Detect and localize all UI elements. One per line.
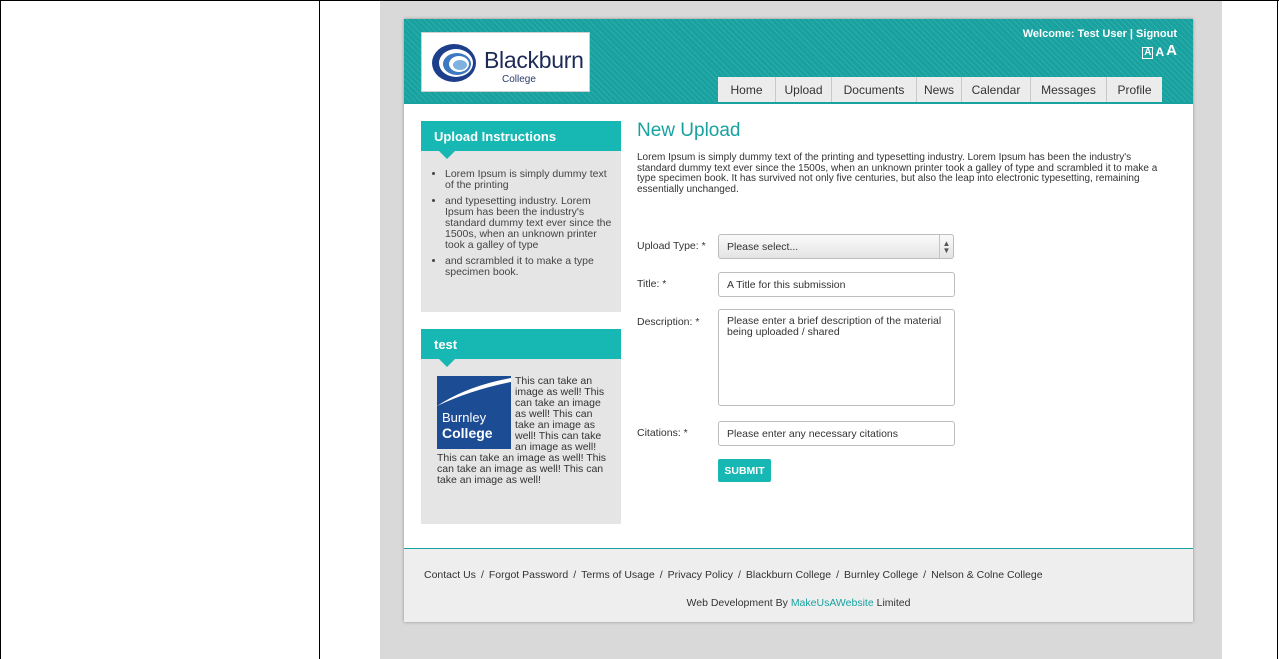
grid-rule-divider: [319, 0, 320, 659]
logo-text-burnley: Burnley: [442, 410, 487, 425]
logo-subtitle: College: [502, 74, 536, 85]
nav-calendar[interactable]: Calendar: [961, 77, 1030, 103]
credit-link[interactable]: MakeUsAWebsite: [791, 597, 874, 609]
nav-documents[interactable]: Documents: [831, 77, 916, 103]
title-input[interactable]: A Title for this submission: [718, 272, 955, 297]
footer-link-contact[interactable]: Contact Us: [424, 569, 476, 581]
footer-separator: /: [923, 569, 927, 581]
upload-type-select[interactable]: Please select... ▲ ▼: [718, 234, 954, 259]
footer-link-blackburn[interactable]: Blackburn College: [746, 569, 831, 581]
footer-separator: /: [836, 569, 840, 581]
test-panel: test This can take an image as well! Thi…: [421, 329, 621, 524]
footer-separator: /: [737, 569, 741, 581]
list-item: and typesetting industry. Lorem Ipsum ha…: [445, 196, 615, 251]
footer-separator: /: [573, 569, 577, 581]
main-nav: Home Upload Documents News Calendar Mess…: [718, 77, 1162, 103]
nav-upload[interactable]: Upload: [775, 77, 831, 103]
font-size-medium-button[interactable]: A: [1155, 45, 1164, 59]
footer-link-privacy[interactable]: Privacy Policy: [668, 569, 733, 581]
screen: Blackburn College Welcome: Test User | S…: [0, 0, 1279, 659]
citations-label: Citations: *: [637, 427, 688, 439]
submit-button[interactable]: SUBMIT: [718, 459, 771, 482]
panel-title: test: [421, 329, 621, 359]
grid-rule-left: [0, 0, 1, 659]
credit-prefix: Web Development By: [686, 597, 791, 609]
burnley-college-logo: Burnley College: [437, 376, 511, 449]
site-footer: Contact Us / Forgot Password / Terms of …: [404, 548, 1193, 622]
nav-profile[interactable]: Profile: [1106, 77, 1162, 103]
logo-text-college: College: [442, 425, 493, 441]
footer-links: Contact Us / Forgot Password / Terms of …: [424, 569, 1043, 581]
footer-link-terms[interactable]: Terms of Usage: [581, 569, 655, 581]
footer-link-burnley[interactable]: Burnley College: [844, 569, 918, 581]
description-label: Description: *: [637, 316, 700, 328]
font-size-large-button[interactable]: A: [1166, 42, 1177, 59]
swoosh-icon: [437, 378, 511, 406]
title-label: Title: *: [637, 278, 667, 290]
site-logo[interactable]: Blackburn College: [421, 32, 590, 92]
panel-title-pointer: [439, 359, 455, 367]
logo-name: Blackburn: [484, 47, 584, 73]
select-arrows-icon: ▲ ▼: [939, 235, 953, 258]
description-textarea[interactable]: Please enter a brief description of the …: [718, 309, 955, 406]
panel-title: Upload Instructions: [421, 121, 621, 151]
footer-credit: Web Development By MakeUsAWebsite Limite…: [404, 597, 1193, 609]
college-logo-icon: [432, 44, 476, 82]
footer-link-nelson-colne[interactable]: Nelson & Colne College: [931, 569, 1042, 581]
citations-input[interactable]: Please enter any necessary citations: [718, 421, 955, 446]
intro-text: Lorem Ipsum is simply dummy text of the …: [637, 152, 1158, 195]
footer-separator: /: [480, 569, 484, 581]
nav-home[interactable]: Home: [718, 77, 775, 103]
upload-type-label: Upload Type: *: [637, 240, 706, 252]
welcome-signout[interactable]: Welcome: Test User | Signout: [1023, 28, 1177, 40]
nav-news[interactable]: News: [916, 77, 961, 103]
website-page: Blackburn College Welcome: Test User | S…: [404, 19, 1193, 622]
header-divider: [404, 102, 1193, 104]
list-item: Lorem Ipsum is simply dummy text of the …: [445, 169, 615, 191]
site-header: Blackburn College Welcome: Test User | S…: [404, 19, 1193, 103]
list-item: and scrambled it to make a type specimen…: [445, 256, 615, 278]
footer-link-forgot-password[interactable]: Forgot Password: [489, 569, 568, 581]
grid-rule-right: [1277, 0, 1278, 659]
panel-title-pointer: [439, 151, 455, 159]
font-size-controls: A A A: [1142, 42, 1177, 59]
select-value: Please select...: [727, 240, 799, 253]
credit-suffix: Limited: [873, 597, 911, 609]
instruction-list: Lorem Ipsum is simply dummy text of the …: [445, 169, 615, 283]
font-size-small-button[interactable]: A: [1142, 47, 1154, 59]
page-title: New Upload: [637, 120, 741, 141]
footer-separator: /: [659, 569, 663, 581]
upload-instructions-panel: Upload Instructions Lorem Ipsum is simpl…: [421, 121, 621, 312]
nav-messages[interactable]: Messages: [1030, 77, 1106, 103]
